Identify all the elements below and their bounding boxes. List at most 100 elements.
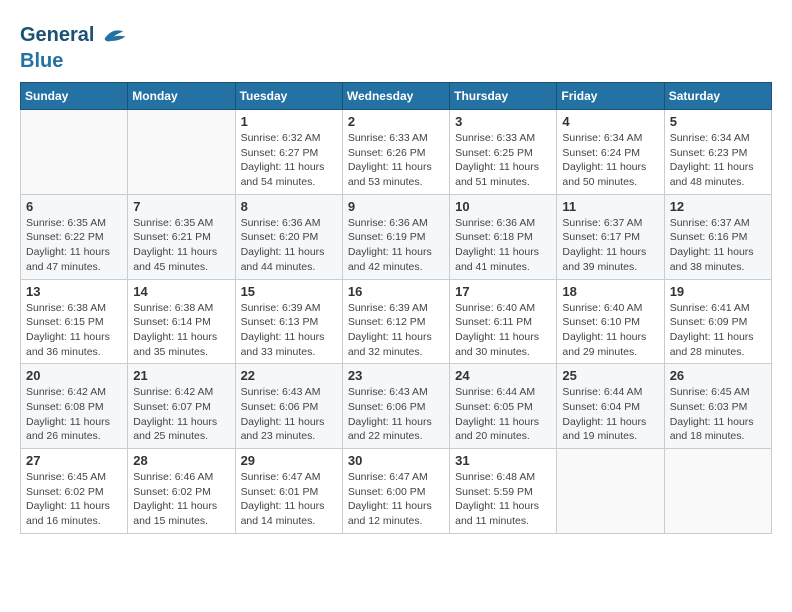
day-number: 24 [455, 368, 551, 383]
day-number: 6 [26, 199, 122, 214]
day-number: 4 [562, 114, 658, 129]
day-number: 29 [241, 453, 337, 468]
day-number: 5 [670, 114, 766, 129]
weekday-header-friday: Friday [557, 83, 664, 110]
day-info: Sunrise: 6:39 AMSunset: 6:12 PMDaylight:… [348, 301, 444, 360]
day-number: 19 [670, 284, 766, 299]
calendar-day-17: 17Sunrise: 6:40 AMSunset: 6:11 PMDayligh… [450, 279, 557, 364]
day-info: Sunrise: 6:35 AMSunset: 6:21 PMDaylight:… [133, 216, 229, 275]
calendar-day-5: 5 Sunrise: 6:34 AMSunset: 6:23 PMDaylight… [664, 110, 771, 195]
day-info: Sunrise: 6:45 AMSunset: 6:02 PMDaylight:… [26, 470, 122, 529]
day-number: 22 [241, 368, 337, 383]
day-info: Sunrise: 6:40 AMSunset: 6:11 PMDaylight:… [455, 301, 551, 360]
calendar-header-row: SundayMondayTuesdayWednesdayThursdayFrid… [21, 83, 772, 110]
day-info: Sunrise: 6:47 AMSunset: 6:00 PMDaylight:… [348, 470, 444, 529]
calendar-day-8: 8Sunrise: 6:36 AMSunset: 6:20 PMDaylight… [235, 194, 342, 279]
calendar-day-15: 15 Sunrise: 6:39 AMSunset: 6:13 PMDayligh… [235, 279, 342, 364]
day-number: 9 [348, 199, 444, 214]
calendar-day-7: 7 Sunrise: 6:35 AMSunset: 6:21 PMDaylight… [128, 194, 235, 279]
day-info: Sunrise: 6:37 AMSunset: 6:16 PMDaylight:… [670, 216, 766, 275]
day-number: 13 [26, 284, 122, 299]
calendar-day-30: 30Sunrise: 6:47 AMSunset: 6:00 PMDayligh… [342, 449, 449, 534]
day-info: Sunrise: 6:36 AMSunset: 6:18 PMDaylight:… [455, 216, 551, 275]
day-info: Sunrise: 6:41 AMSunset: 6:09 PMDaylight:… [670, 301, 766, 360]
day-info: Sunrise: 6:35 AMSunset: 6:22 PMDaylight:… [26, 216, 122, 275]
calendar-day-19: 19 Sunrise: 6:41 AMSunset: 6:09 PMDayligh… [664, 279, 771, 364]
weekday-header-saturday: Saturday [664, 83, 771, 110]
calendar-table: SundayMondayTuesdayWednesdayThursdayFrid… [20, 82, 772, 534]
calendar-day-29: 29 Sunrise: 6:47 AMSunset: 6:01 PMDayligh… [235, 449, 342, 534]
calendar-day-2: 2 Sunrise: 6:33 AMSunset: 6:26 PMDaylight… [342, 110, 449, 195]
day-number: 2 [348, 114, 444, 129]
calendar-day-4: 4Sunrise: 6:34 AMSunset: 6:24 PMDaylight… [557, 110, 664, 195]
calendar-day-14: 14Sunrise: 6:38 AMSunset: 6:14 PMDayligh… [128, 279, 235, 364]
calendar-week-row: 6 Sunrise: 6:35 AMSunset: 6:22 PMDaylight… [21, 194, 772, 279]
calendar-day-23: 23 Sunrise: 6:43 AMSunset: 6:06 PMDayligh… [342, 364, 449, 449]
calendar-day-20: 20 Sunrise: 6:42 AMSunset: 6:08 PMDayligh… [21, 364, 128, 449]
day-number: 15 [241, 284, 337, 299]
calendar-day-25: 25 Sunrise: 6:44 AMSunset: 6:04 PMDayligh… [557, 364, 664, 449]
day-info: Sunrise: 6:43 AMSunset: 6:06 PMDaylight:… [348, 385, 444, 444]
weekday-header-monday: Monday [128, 83, 235, 110]
day-number: 25 [562, 368, 658, 383]
day-number: 23 [348, 368, 444, 383]
logo: General Blue [20, 20, 127, 72]
calendar-day-9: 9 Sunrise: 6:36 AMSunset: 6:19 PMDaylight… [342, 194, 449, 279]
calendar-day-12: 12Sunrise: 6:37 AMSunset: 6:16 PMDayligh… [664, 194, 771, 279]
calendar-week-row: 13 Sunrise: 6:38 AMSunset: 6:15 PMDayligh… [21, 279, 772, 364]
day-info: Sunrise: 6:37 AMSunset: 6:17 PMDaylight:… [562, 216, 658, 275]
calendar-day-24: 24 Sunrise: 6:44 AMSunset: 6:05 PMDayligh… [450, 364, 557, 449]
day-info: Sunrise: 6:43 AMSunset: 6:06 PMDaylight:… [241, 385, 337, 444]
day-number: 14 [133, 284, 229, 299]
calendar-day-11: 11 Sunrise: 6:37 AMSunset: 6:17 PMDayligh… [557, 194, 664, 279]
calendar-day-28: 28 Sunrise: 6:46 AMSunset: 6:02 PMDayligh… [128, 449, 235, 534]
day-info: Sunrise: 6:33 AMSunset: 6:26 PMDaylight:… [348, 131, 444, 190]
day-info: Sunrise: 6:32 AMSunset: 6:27 PMDaylight:… [241, 131, 337, 190]
day-info: Sunrise: 6:39 AMSunset: 6:13 PMDaylight:… [241, 301, 337, 360]
calendar-empty-cell [557, 449, 664, 534]
calendar-day-3: 3 Sunrise: 6:33 AMSunset: 6:25 PMDaylight… [450, 110, 557, 195]
day-number: 7 [133, 199, 229, 214]
day-number: 28 [133, 453, 229, 468]
day-info: Sunrise: 6:42 AMSunset: 6:07 PMDaylight:… [133, 385, 229, 444]
calendar-day-16: 16Sunrise: 6:39 AMSunset: 6:12 PMDayligh… [342, 279, 449, 364]
weekday-header-thursday: Thursday [450, 83, 557, 110]
day-info: Sunrise: 6:46 AMSunset: 6:02 PMDaylight:… [133, 470, 229, 529]
day-number: 27 [26, 453, 122, 468]
day-number: 11 [562, 199, 658, 214]
day-info: Sunrise: 6:44 AMSunset: 6:04 PMDaylight:… [562, 385, 658, 444]
calendar-day-10: 10 Sunrise: 6:36 AMSunset: 6:18 PMDayligh… [450, 194, 557, 279]
calendar-day-13: 13 Sunrise: 6:38 AMSunset: 6:15 PMDayligh… [21, 279, 128, 364]
logo-text-blue: Blue [20, 50, 127, 72]
day-info: Sunrise: 6:38 AMSunset: 6:15 PMDaylight:… [26, 301, 122, 360]
day-info: Sunrise: 6:40 AMSunset: 6:10 PMDaylight:… [562, 301, 658, 360]
day-number: 31 [455, 453, 551, 468]
calendar-day-26: 26 Sunrise: 6:45 AMSunset: 6:03 PMDayligh… [664, 364, 771, 449]
day-info: Sunrise: 6:45 AMSunset: 6:03 PMDaylight:… [670, 385, 766, 444]
day-number: 26 [670, 368, 766, 383]
day-info: Sunrise: 6:33 AMSunset: 6:25 PMDaylight:… [455, 131, 551, 190]
calendar-day-6: 6 Sunrise: 6:35 AMSunset: 6:22 PMDaylight… [21, 194, 128, 279]
day-info: Sunrise: 6:47 AMSunset: 6:01 PMDaylight:… [241, 470, 337, 529]
calendar-empty-cell [21, 110, 128, 195]
day-info: Sunrise: 6:34 AMSunset: 6:23 PMDaylight:… [670, 131, 766, 190]
logo-bird-icon [97, 20, 127, 50]
calendar-day-21: 21 Sunrise: 6:42 AMSunset: 6:07 PMDayligh… [128, 364, 235, 449]
calendar-day-27: 27 Sunrise: 6:45 AMSunset: 6:02 PMDayligh… [21, 449, 128, 534]
calendar-day-31: 31 Sunrise: 6:48 AMSunset: 5:59 PMDayligh… [450, 449, 557, 534]
day-number: 10 [455, 199, 551, 214]
day-number: 1 [241, 114, 337, 129]
day-info: Sunrise: 6:48 AMSunset: 5:59 PMDaylight:… [455, 470, 551, 529]
calendar-week-row: 20 Sunrise: 6:42 AMSunset: 6:08 PMDayligh… [21, 364, 772, 449]
day-info: Sunrise: 6:44 AMSunset: 6:05 PMDaylight:… [455, 385, 551, 444]
calendar-empty-cell [128, 110, 235, 195]
logo-text: General [20, 24, 94, 46]
day-info: Sunrise: 6:36 AMSunset: 6:19 PMDaylight:… [348, 216, 444, 275]
calendar-day-18: 18Sunrise: 6:40 AMSunset: 6:10 PMDayligh… [557, 279, 664, 364]
calendar-week-row: 27 Sunrise: 6:45 AMSunset: 6:02 PMDayligh… [21, 449, 772, 534]
weekday-header-tuesday: Tuesday [235, 83, 342, 110]
day-info: Sunrise: 6:42 AMSunset: 6:08 PMDaylight:… [26, 385, 122, 444]
day-number: 3 [455, 114, 551, 129]
day-number: 21 [133, 368, 229, 383]
day-number: 20 [26, 368, 122, 383]
